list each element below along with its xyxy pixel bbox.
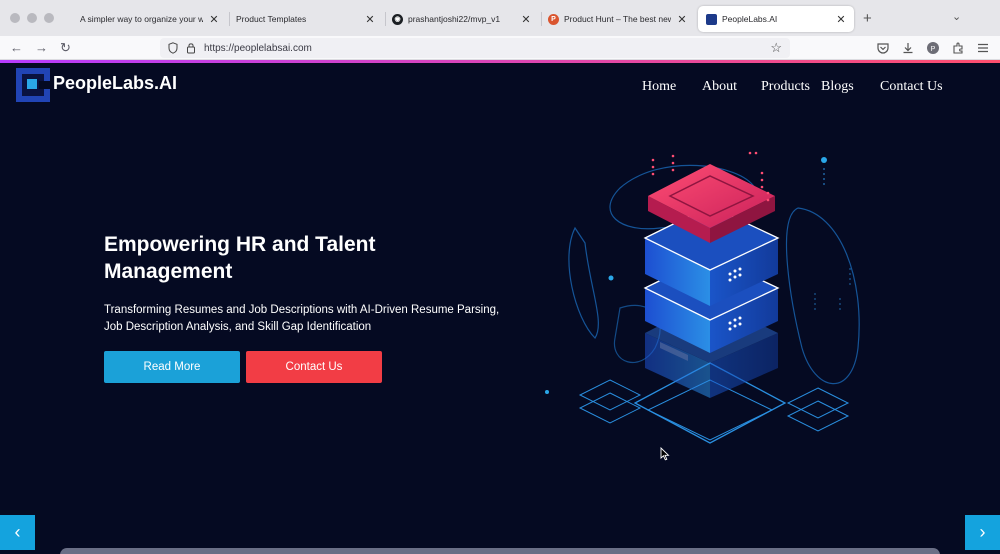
github-icon: ◉: [392, 13, 403, 25]
contact-us-button[interactable]: Contact Us: [246, 351, 382, 383]
nav-blogs[interactable]: Blogs: [821, 79, 854, 95]
close-window-button[interactable]: [10, 13, 20, 23]
bottom-section-edge: [60, 548, 940, 554]
hero-title: Empowering HR and Talent Management: [104, 233, 376, 283]
tab-title: Product Hunt – The best new products: [564, 14, 671, 24]
extensions-icon[interactable]: [951, 41, 965, 55]
tab-title: A simpler way to organize your work: [80, 14, 203, 24]
nav-about[interactable]: About: [702, 79, 737, 95]
logo-text[interactable]: PeopleLabs.AI: [53, 73, 177, 94]
slider-next-button[interactable]: ›: [965, 515, 1000, 550]
close-tab-icon[interactable]: ✕: [836, 13, 846, 26]
back-icon[interactable]: ←: [10, 40, 23, 56]
browser-tab-bar: A simpler way to organize your work ✕ Pr…: [0, 0, 1000, 36]
close-tab-icon[interactable]: ✕: [209, 13, 219, 26]
account-avatar-icon[interactable]: P: [926, 41, 940, 55]
tab-title: PeopleLabs.AI: [722, 14, 778, 24]
nav-products[interactable]: Products: [761, 79, 810, 95]
menu-icon[interactable]: [976, 41, 990, 55]
tab-peoplelabs[interactable]: PeopleLabs.AI ✕: [698, 6, 854, 32]
pocket-icon[interactable]: [876, 41, 890, 55]
peoplelabs-icon: [706, 13, 717, 25]
bookmark-star-icon[interactable]: ☆: [770, 40, 782, 56]
window-controls: [10, 13, 54, 23]
url-text: https://peoplelabsai.com: [204, 42, 312, 54]
zoom-window-button[interactable]: [44, 13, 54, 23]
minimize-window-button[interactable]: [27, 13, 37, 23]
nav-contact-us[interactable]: Contact Us: [880, 79, 943, 95]
tab-product-hunt[interactable]: P Product Hunt – The best new products ✕: [540, 6, 695, 32]
tab-title: Product Templates: [236, 14, 307, 24]
tab-list-button[interactable]: ⌄: [952, 10, 961, 23]
downloads-icon[interactable]: [901, 41, 915, 55]
tab-organize[interactable]: A simpler way to organize your work ✕: [72, 6, 227, 32]
reload-icon[interactable]: ↻: [60, 40, 71, 56]
tab-github[interactable]: ◉ prashantjoshi22/mvp_v1 ✕: [384, 6, 539, 32]
tab-title: prashantjoshi22/mvp_v1: [408, 14, 501, 24]
close-tab-icon[interactable]: ✕: [521, 13, 531, 26]
close-tab-icon[interactable]: ✕: [365, 13, 375, 26]
producthunt-icon: P: [548, 13, 559, 25]
forward-icon[interactable]: →: [35, 40, 48, 56]
browser-navigation-bar: ← → ↻ https://peoplelabsai.com ☆ P: [0, 36, 1000, 60]
shield-icon[interactable]: [168, 42, 178, 54]
slider-prev-button[interactable]: ‹: [0, 515, 35, 550]
read-more-button[interactable]: Read More: [104, 351, 240, 383]
hero-subtitle: Transforming Resumes and Job Description…: [104, 304, 500, 333]
peoplelabs-logo-icon[interactable]: [16, 68, 50, 102]
server-stack-illustration: [545, 151, 860, 444]
url-bar[interactable]: https://peoplelabsai.com ☆: [160, 38, 790, 58]
close-tab-icon[interactable]: ✕: [677, 13, 687, 26]
nav-home[interactable]: Home: [642, 79, 676, 95]
lock-icon[interactable]: [186, 42, 196, 54]
svg-text:P: P: [931, 46, 936, 53]
tab-product-templates[interactable]: Product Templates ✕: [228, 6, 383, 32]
new-tab-button[interactable]: +: [863, 10, 872, 27]
mouse-cursor-icon: [660, 447, 670, 461]
webpage: PeopleLabs.AI Home About Products Blogs …: [0, 63, 1000, 554]
